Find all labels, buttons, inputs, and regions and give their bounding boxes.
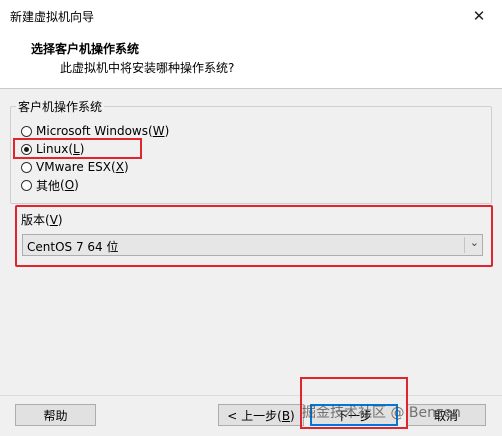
os-option-other[interactable]: 其他(O) <box>21 177 79 193</box>
next-highlight-box <box>300 377 408 429</box>
cancel-button[interactable]: 取消 <box>406 404 486 426</box>
page-title: 选择客户机操作系统 <box>31 42 140 56</box>
close-button[interactable]: ✕ <box>456 0 502 32</box>
select-separator <box>464 237 465 253</box>
chevron-down-icon[interactable]: ⌄ <box>470 236 479 249</box>
version-select-value: CentOS 7 64 位 <box>27 240 119 254</box>
mnemonic-w: W <box>152 124 165 138</box>
mnemonic-b: B <box>281 408 291 423</box>
mnemonic-x: X <box>115 160 124 174</box>
mnemonic-o: O <box>64 178 75 192</box>
radio-esx[interactable] <box>21 161 32 173</box>
radio-windows[interactable] <box>21 125 32 137</box>
help-button[interactable]: 帮助 <box>15 404 96 426</box>
radio-other[interactable] <box>21 179 32 191</box>
mnemonic-v: V <box>49 213 58 227</box>
footer-divider <box>0 395 502 396</box>
version-label-text: 版本 <box>21 213 46 227</box>
guest-os-group-label: 客户机操作系统 <box>16 98 105 115</box>
version-group: 版本(V) CentOS 7 64 位 ⌄ <box>15 205 493 267</box>
window-title: 新建虚拟机向导 <box>10 10 95 24</box>
close-icon: ✕ <box>472 7 486 25</box>
title-bar: 新建虚拟机向导 ✕ <box>0 0 502 32</box>
back-button-label: < 上一步(B) <box>227 408 295 423</box>
linux-highlight-box <box>13 138 142 159</box>
os-option-windows-label: Microsoft Windows <box>36 124 148 138</box>
cancel-button-label: 取消 <box>433 408 458 423</box>
os-option-esx-label: VMware ESX <box>36 160 112 174</box>
back-button[interactable]: < 上一步(B) <box>218 404 304 426</box>
os-option-windows[interactable]: Microsoft Windows(W) <box>21 123 169 139</box>
wizard-header: 选择客户机操作系统 此虚拟机中将安装哪种操作系统? <box>0 32 502 89</box>
back-button-text: < 上一步 <box>227 408 278 423</box>
version-label: 版本(V) <box>21 213 63 227</box>
os-option-other-label: 其他 <box>36 178 61 193</box>
help-button-label: 帮助 <box>43 408 68 423</box>
version-select[interactable]: CentOS 7 64 位 ⌄ <box>22 234 483 256</box>
page-subtitle: 此虚拟机中将安装哪种操作系统? <box>60 61 235 75</box>
os-option-esx[interactable]: VMware ESX(X) <box>21 159 129 175</box>
